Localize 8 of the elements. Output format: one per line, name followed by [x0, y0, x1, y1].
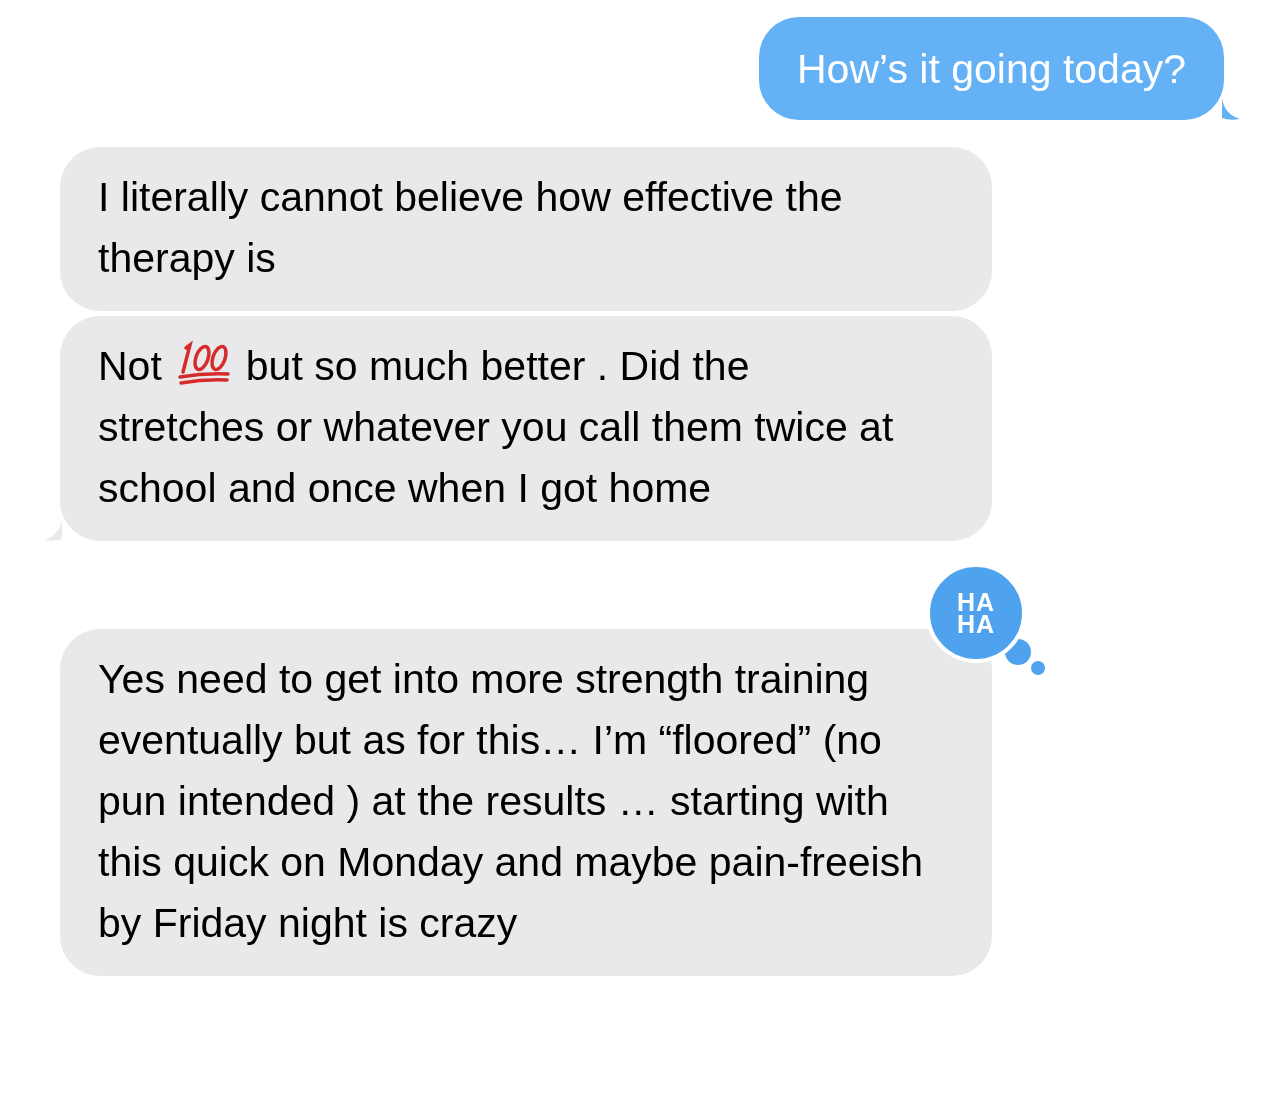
- message-text: stretches or whatever you call them twice at school and once when I got home: [98, 403, 895, 513]
- hundred-points-icon: [175, 340, 232, 386]
- message-text: Yes need to get into more strength training eventually but as for this… I’m “floored” (no pun intended ) at the results … starting with this quick on Monday and maybe pain-freeish by Friday night is crazy: [98, 655, 925, 948]
- reaction-tail-icon: [1005, 639, 1045, 675]
- message-text: How’s it going today?: [797, 45, 1186, 94]
- message-text: I literally cannot believe how effective the therapy is: [98, 173, 844, 283]
- message-text: Not: [98, 343, 162, 389]
- message-text: but so much better . Did the: [245, 343, 750, 389]
